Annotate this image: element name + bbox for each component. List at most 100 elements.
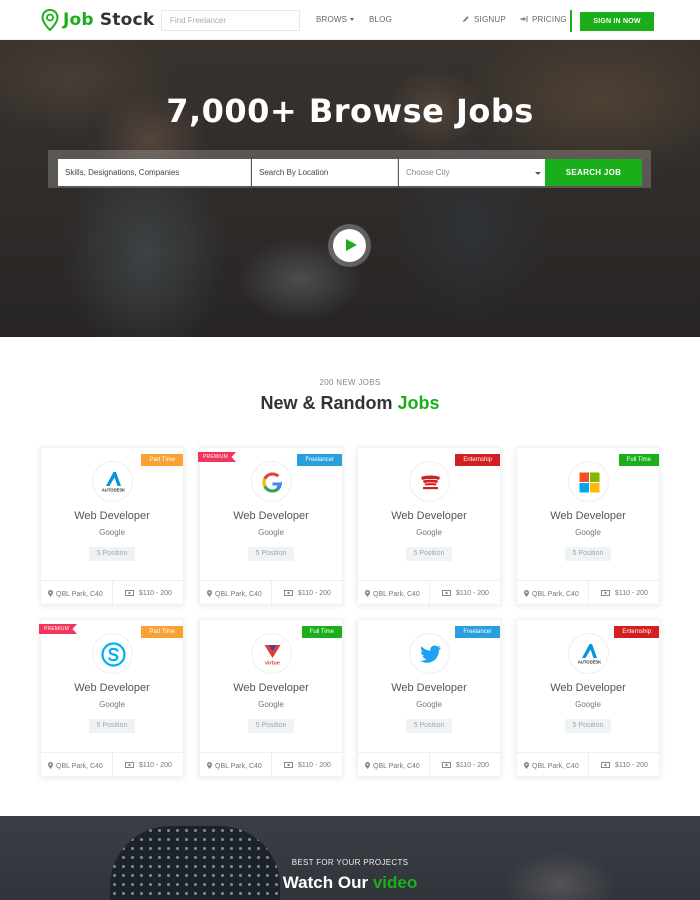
job-salary: $110 - 200 xyxy=(601,762,648,769)
job-card[interactable]: Enternship Web Developer Google 5 Positi… xyxy=(357,447,501,607)
job-card[interactable]: Full Time Web Developer Google 5 Positio… xyxy=(516,447,660,607)
money-icon xyxy=(125,590,134,596)
nav-pricing-link[interactable]: PRICING xyxy=(520,15,567,24)
job-title[interactable]: Web Developer xyxy=(358,510,500,522)
job-salary-text: $110 - 200 xyxy=(138,590,172,597)
job-location: QBL Park, C40 xyxy=(524,762,579,770)
company-logo: AUTODESK xyxy=(568,633,609,674)
location-input[interactable]: Search By Location xyxy=(252,159,398,186)
job-type-badge: Part Time xyxy=(141,626,183,638)
search-job-button[interactable]: SEARCH JOB xyxy=(545,159,642,186)
freelancer-search-input[interactable]: Find Freelancer xyxy=(161,10,300,31)
company-name: Google xyxy=(416,528,442,537)
positions-count: 5 Position xyxy=(565,547,611,561)
job-salary-text: $110 - 200 xyxy=(455,590,489,597)
company-name: Google xyxy=(575,700,601,709)
job-card[interactable]: Freelancer Web Developer Google 5 Positi… xyxy=(357,619,501,779)
caret-down-icon xyxy=(349,18,354,21)
company-name: Google xyxy=(99,700,125,709)
job-card[interactable]: Enternship AUTODESK Web Developer Google… xyxy=(516,619,660,779)
money-icon xyxy=(442,590,451,596)
jobs-title-part2: Jobs xyxy=(397,393,440,413)
company-name: Google xyxy=(258,528,284,537)
play-video-button[interactable] xyxy=(328,224,371,267)
card-footer: QBL Park, C40 $110 - 200 xyxy=(200,752,342,779)
video-section-title: Watch Our video xyxy=(0,873,700,893)
jobs-title-part1: New & Random xyxy=(260,393,393,413)
company-name: Google xyxy=(99,528,125,537)
svg-text:virtue: virtue xyxy=(265,661,280,667)
job-title[interactable]: Web Developer xyxy=(41,682,183,694)
job-salary: $110 - 200 xyxy=(442,762,489,769)
job-card[interactable]: PREMIUM Part Time Web Developer Google 5… xyxy=(39,619,184,779)
jobs-section-subtitle: 200 NEW JOBS xyxy=(319,378,381,387)
sign-in-icon xyxy=(520,16,528,22)
job-type-badge: Enternship xyxy=(614,626,659,638)
card-footer: QBL Park, C40 $110 - 200 xyxy=(200,580,342,607)
job-type-badge: Part Time xyxy=(141,454,183,466)
job-title[interactable]: Web Developer xyxy=(517,510,659,522)
job-location-text: QBL Park, C40 xyxy=(532,763,579,770)
positions-count: 5 Position xyxy=(248,547,294,561)
job-salary: $110 - 200 xyxy=(125,762,172,769)
positions-count: 5 Position xyxy=(89,547,135,561)
map-marker-icon xyxy=(365,590,370,597)
positions-count: 5 Position xyxy=(565,719,611,733)
pencil-icon xyxy=(463,16,469,22)
map-marker-icon xyxy=(48,590,53,597)
navbar: Job Stock Find Freelancer BROWS BLOG SIG… xyxy=(0,0,700,40)
card-footer: QBL Park, C40 $110 - 200 xyxy=(517,752,659,779)
job-title[interactable]: Web Developer xyxy=(200,510,342,522)
job-location-text: QBL Park, C40 xyxy=(56,763,103,770)
nav-browse-label: BROWS xyxy=(316,15,348,24)
company-name: Google xyxy=(416,700,442,709)
job-title[interactable]: Web Developer xyxy=(517,682,659,694)
company-name: Google xyxy=(575,528,601,537)
job-search-bar: Skills, Designations, Companies Search B… xyxy=(48,150,651,188)
job-location: QBL Park, C40 xyxy=(207,762,262,770)
card-footer: QBL Park, C40 $110 - 200 xyxy=(41,580,183,607)
video-title-part2: video xyxy=(372,873,418,892)
job-location-text: QBL Park, C40 xyxy=(215,591,262,598)
job-title[interactable]: Web Developer xyxy=(358,682,500,694)
map-marker-icon xyxy=(524,762,529,769)
positions-count: 5 Position xyxy=(89,719,135,733)
nav-signup-label: SIGNUP xyxy=(474,15,506,24)
job-salary: $110 - 200 xyxy=(284,762,331,769)
chevron-down-icon xyxy=(535,172,541,175)
brand-logo[interactable]: Job Stock xyxy=(41,8,154,32)
job-salary-text: $110 - 200 xyxy=(614,762,648,769)
job-title[interactable]: Web Developer xyxy=(200,682,342,694)
nav-pricing-label: PRICING xyxy=(532,15,567,24)
card-footer: QBL Park, C40 $110 - 200 xyxy=(358,752,500,779)
job-salary: $110 - 200 xyxy=(601,590,648,597)
job-location: QBL Park, C40 xyxy=(365,590,420,598)
premium-ribbon: PREMIUM xyxy=(198,452,237,462)
nav-blog-link[interactable]: BLOG xyxy=(369,15,392,24)
money-icon xyxy=(125,762,134,768)
job-salary: $110 - 200 xyxy=(125,590,172,597)
job-type-badge: Freelancer xyxy=(455,626,500,638)
city-select[interactable]: Choose City xyxy=(399,159,545,186)
map-marker-icon xyxy=(207,762,212,769)
job-title[interactable]: Web Developer xyxy=(41,510,183,522)
company-name: Google xyxy=(258,700,284,709)
money-icon xyxy=(601,590,610,596)
job-card[interactable]: Part Time AUTODESK Web Developer Google … xyxy=(40,447,184,607)
company-logo xyxy=(251,461,292,502)
job-card[interactable]: Full Time virtue Web Developer Google 5 … xyxy=(199,619,343,779)
sign-in-button[interactable]: SIGN IN NOW xyxy=(580,12,654,31)
map-pin-icon xyxy=(41,9,59,31)
svg-text:AUTODESK: AUTODESK xyxy=(578,660,601,665)
nav-signup-link[interactable]: SIGNUP xyxy=(462,15,506,24)
map-marker-icon xyxy=(524,590,529,597)
job-card[interactable]: PREMIUM Freelancer Web Developer Google … xyxy=(198,447,343,607)
nav-browse-dropdown[interactable]: BROWS xyxy=(316,15,354,24)
map-marker-icon xyxy=(48,762,53,769)
positions-count: 5 Position xyxy=(248,719,294,733)
card-footer: QBL Park, C40 $110 - 200 xyxy=(41,752,183,779)
brand-name-part2: Stock xyxy=(99,10,155,30)
money-icon xyxy=(284,762,293,768)
card-footer: QBL Park, C40 $110 - 200 xyxy=(358,580,500,607)
skills-input[interactable]: Skills, Designations, Companies xyxy=(58,159,251,186)
